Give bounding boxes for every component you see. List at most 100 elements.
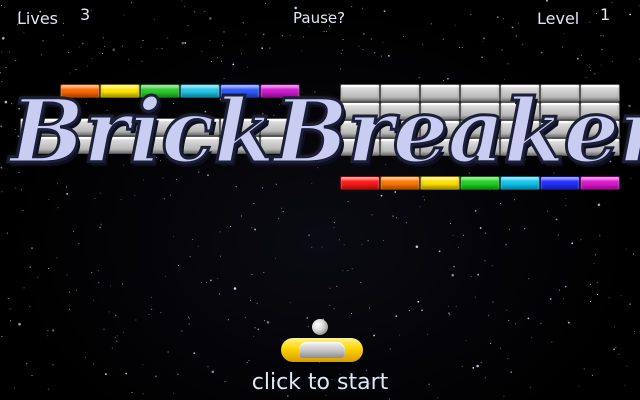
- star: [611, 2, 613, 4]
- star: [367, 240, 369, 242]
- star: [73, 231, 75, 233]
- star: [248, 360, 250, 362]
- star: [0, 125, 3, 128]
- star: [217, 278, 219, 279]
- star: [576, 57, 579, 60]
- star: [116, 335, 118, 337]
- star: [172, 235, 174, 237]
- star: [405, 222, 407, 224]
- star: [266, 321, 270, 324]
- star: [7, 298, 9, 300]
- star: [122, 331, 124, 333]
- star: [571, 242, 574, 245]
- star: [395, 217, 397, 219]
- star: [362, 33, 365, 35]
- star: [42, 40, 44, 42]
- star: [222, 45, 223, 47]
- star: [514, 323, 516, 325]
- star: [613, 326, 615, 328]
- star: [244, 317, 246, 319]
- star: [455, 305, 457, 307]
- star: [388, 398, 390, 400]
- star: [8, 51, 10, 53]
- star: [567, 320, 569, 322]
- star: [189, 256, 191, 258]
- star: [580, 239, 582, 241]
- star: [110, 285, 111, 287]
- star: [103, 328, 105, 330]
- star: [452, 235, 454, 236]
- star: [220, 255, 222, 257]
- star: [362, 49, 364, 51]
- star: [187, 25, 189, 27]
- star: [281, 207, 283, 209]
- star: [250, 299, 251, 301]
- star: [491, 265, 493, 267]
- star: [454, 24, 456, 26]
- star: [219, 293, 220, 295]
- star: [269, 47, 271, 49]
- star: [351, 313, 352, 315]
- star: [85, 356, 87, 358]
- star: [4, 100, 8, 104]
- star: [104, 46, 106, 47]
- star: [417, 300, 420, 303]
- star: [329, 304, 331, 306]
- star: [351, 6, 353, 8]
- star: [500, 347, 502, 349]
- star: [596, 281, 598, 283]
- star: [114, 337, 116, 339]
- star: [78, 46, 80, 48]
- star: [307, 326, 309, 328]
- paddle-center: [299, 342, 345, 358]
- star: [188, 316, 190, 318]
- game-title-logo: BrickBreaker!: [9, 78, 640, 185]
- star: [329, 287, 331, 289]
- star: [561, 46, 563, 48]
- star: [102, 37, 104, 39]
- game-canvas[interactable]: Lives 3 Pause? Level 1 BrickBreaker! cli…: [0, 0, 640, 400]
- star: [451, 273, 455, 277]
- click-to-start-prompt[interactable]: click to start: [0, 370, 640, 395]
- star: [122, 283, 123, 285]
- star: [479, 227, 482, 229]
- star: [197, 245, 199, 247]
- ball: [312, 319, 328, 335]
- star: [240, 215, 242, 217]
- star: [484, 260, 486, 262]
- star: [261, 47, 264, 50]
- star: [26, 363, 28, 365]
- star: [282, 211, 284, 213]
- star: [472, 367, 475, 369]
- star: [264, 2, 266, 4]
- star: [230, 226, 232, 227]
- star: [615, 347, 617, 348]
- star: [23, 32, 25, 34]
- star: [470, 14, 472, 15]
- star: [341, 53, 343, 54]
- star: [373, 334, 375, 337]
- star: [98, 270, 100, 272]
- star: [263, 271, 265, 273]
- star: [427, 333, 429, 335]
- star: [508, 320, 510, 321]
- star: [503, 18, 505, 20]
- star: [620, 295, 622, 297]
- star: [323, 30, 325, 32]
- star: [18, 322, 21, 326]
- star: [483, 37, 485, 40]
- star: [9, 320, 11, 322]
- star: [449, 223, 451, 224]
- star: [371, 214, 373, 216]
- star: [507, 63, 509, 65]
- star: [342, 49, 344, 51]
- pause-button[interactable]: Pause?: [293, 9, 345, 27]
- star: [51, 329, 55, 332]
- star: [481, 56, 483, 59]
- star: [56, 257, 58, 259]
- level-label: Level: [537, 9, 580, 28]
- paddle[interactable]: [281, 338, 363, 362]
- star: [492, 301, 494, 303]
- star: [52, 364, 54, 366]
- star: [91, 272, 93, 274]
